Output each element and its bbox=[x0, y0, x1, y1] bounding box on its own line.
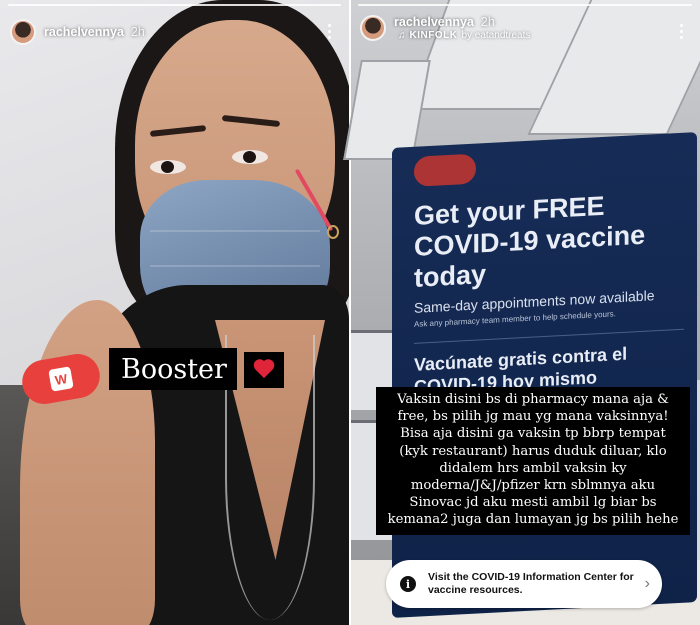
sign-heading: Get your FREE COVID-19 vaccine today bbox=[414, 190, 646, 293]
story-caption[interactable]: Vaksin disini bs di pharmacy mana aja & … bbox=[376, 387, 690, 535]
story-progress-bar bbox=[8, 4, 341, 6]
earring bbox=[327, 225, 339, 239]
sign-logo bbox=[414, 153, 476, 187]
heart-emoji-sticker[interactable] bbox=[244, 352, 284, 388]
story-progress-bar bbox=[358, 4, 692, 6]
right-eye bbox=[232, 150, 268, 164]
chevron-right-icon: › bbox=[644, 575, 650, 592]
left-eye bbox=[150, 160, 186, 174]
bandaid-logo-icon: W bbox=[48, 366, 74, 392]
more-options-icon[interactable] bbox=[673, 20, 689, 42]
more-options-icon[interactable] bbox=[321, 20, 337, 42]
mask-crease bbox=[150, 265, 320, 267]
music-attribution[interactable]: ♫ KINFOLK by eatandtreats bbox=[398, 30, 530, 41]
music-note-icon: ♫ bbox=[398, 30, 406, 41]
info-icon: i bbox=[400, 576, 416, 592]
covid-info-text: Visit the COVID-19 Information Center fo… bbox=[428, 571, 634, 596]
avatar[interactable] bbox=[10, 19, 36, 45]
music-artist: by eatandtreats bbox=[461, 30, 531, 41]
story-timestamp: 2h bbox=[480, 15, 495, 29]
booster-text-sticker[interactable]: Booster bbox=[109, 348, 237, 390]
avatar[interactable] bbox=[360, 15, 386, 41]
username[interactable]: rachelvennya bbox=[394, 15, 474, 29]
music-title: KINFOLK bbox=[409, 30, 458, 41]
heart-icon bbox=[253, 360, 275, 380]
mask-crease bbox=[150, 230, 320, 232]
story-panel-left[interactable]: W Booster rachelvennya 2h bbox=[0, 0, 349, 625]
story-header: rachelvennya 2h bbox=[10, 16, 145, 48]
vaccine-sign: Get your FREE COVID-19 vaccine today Sam… bbox=[392, 132, 697, 618]
covid-info-banner[interactable]: i Visit the COVID-19 Information Center … bbox=[386, 560, 662, 608]
story-timestamp: 2h bbox=[130, 25, 145, 39]
vaccine-sign-content: Get your FREE COVID-19 vaccine today Sam… bbox=[414, 143, 684, 398]
username[interactable]: rachelvennya bbox=[44, 25, 124, 39]
